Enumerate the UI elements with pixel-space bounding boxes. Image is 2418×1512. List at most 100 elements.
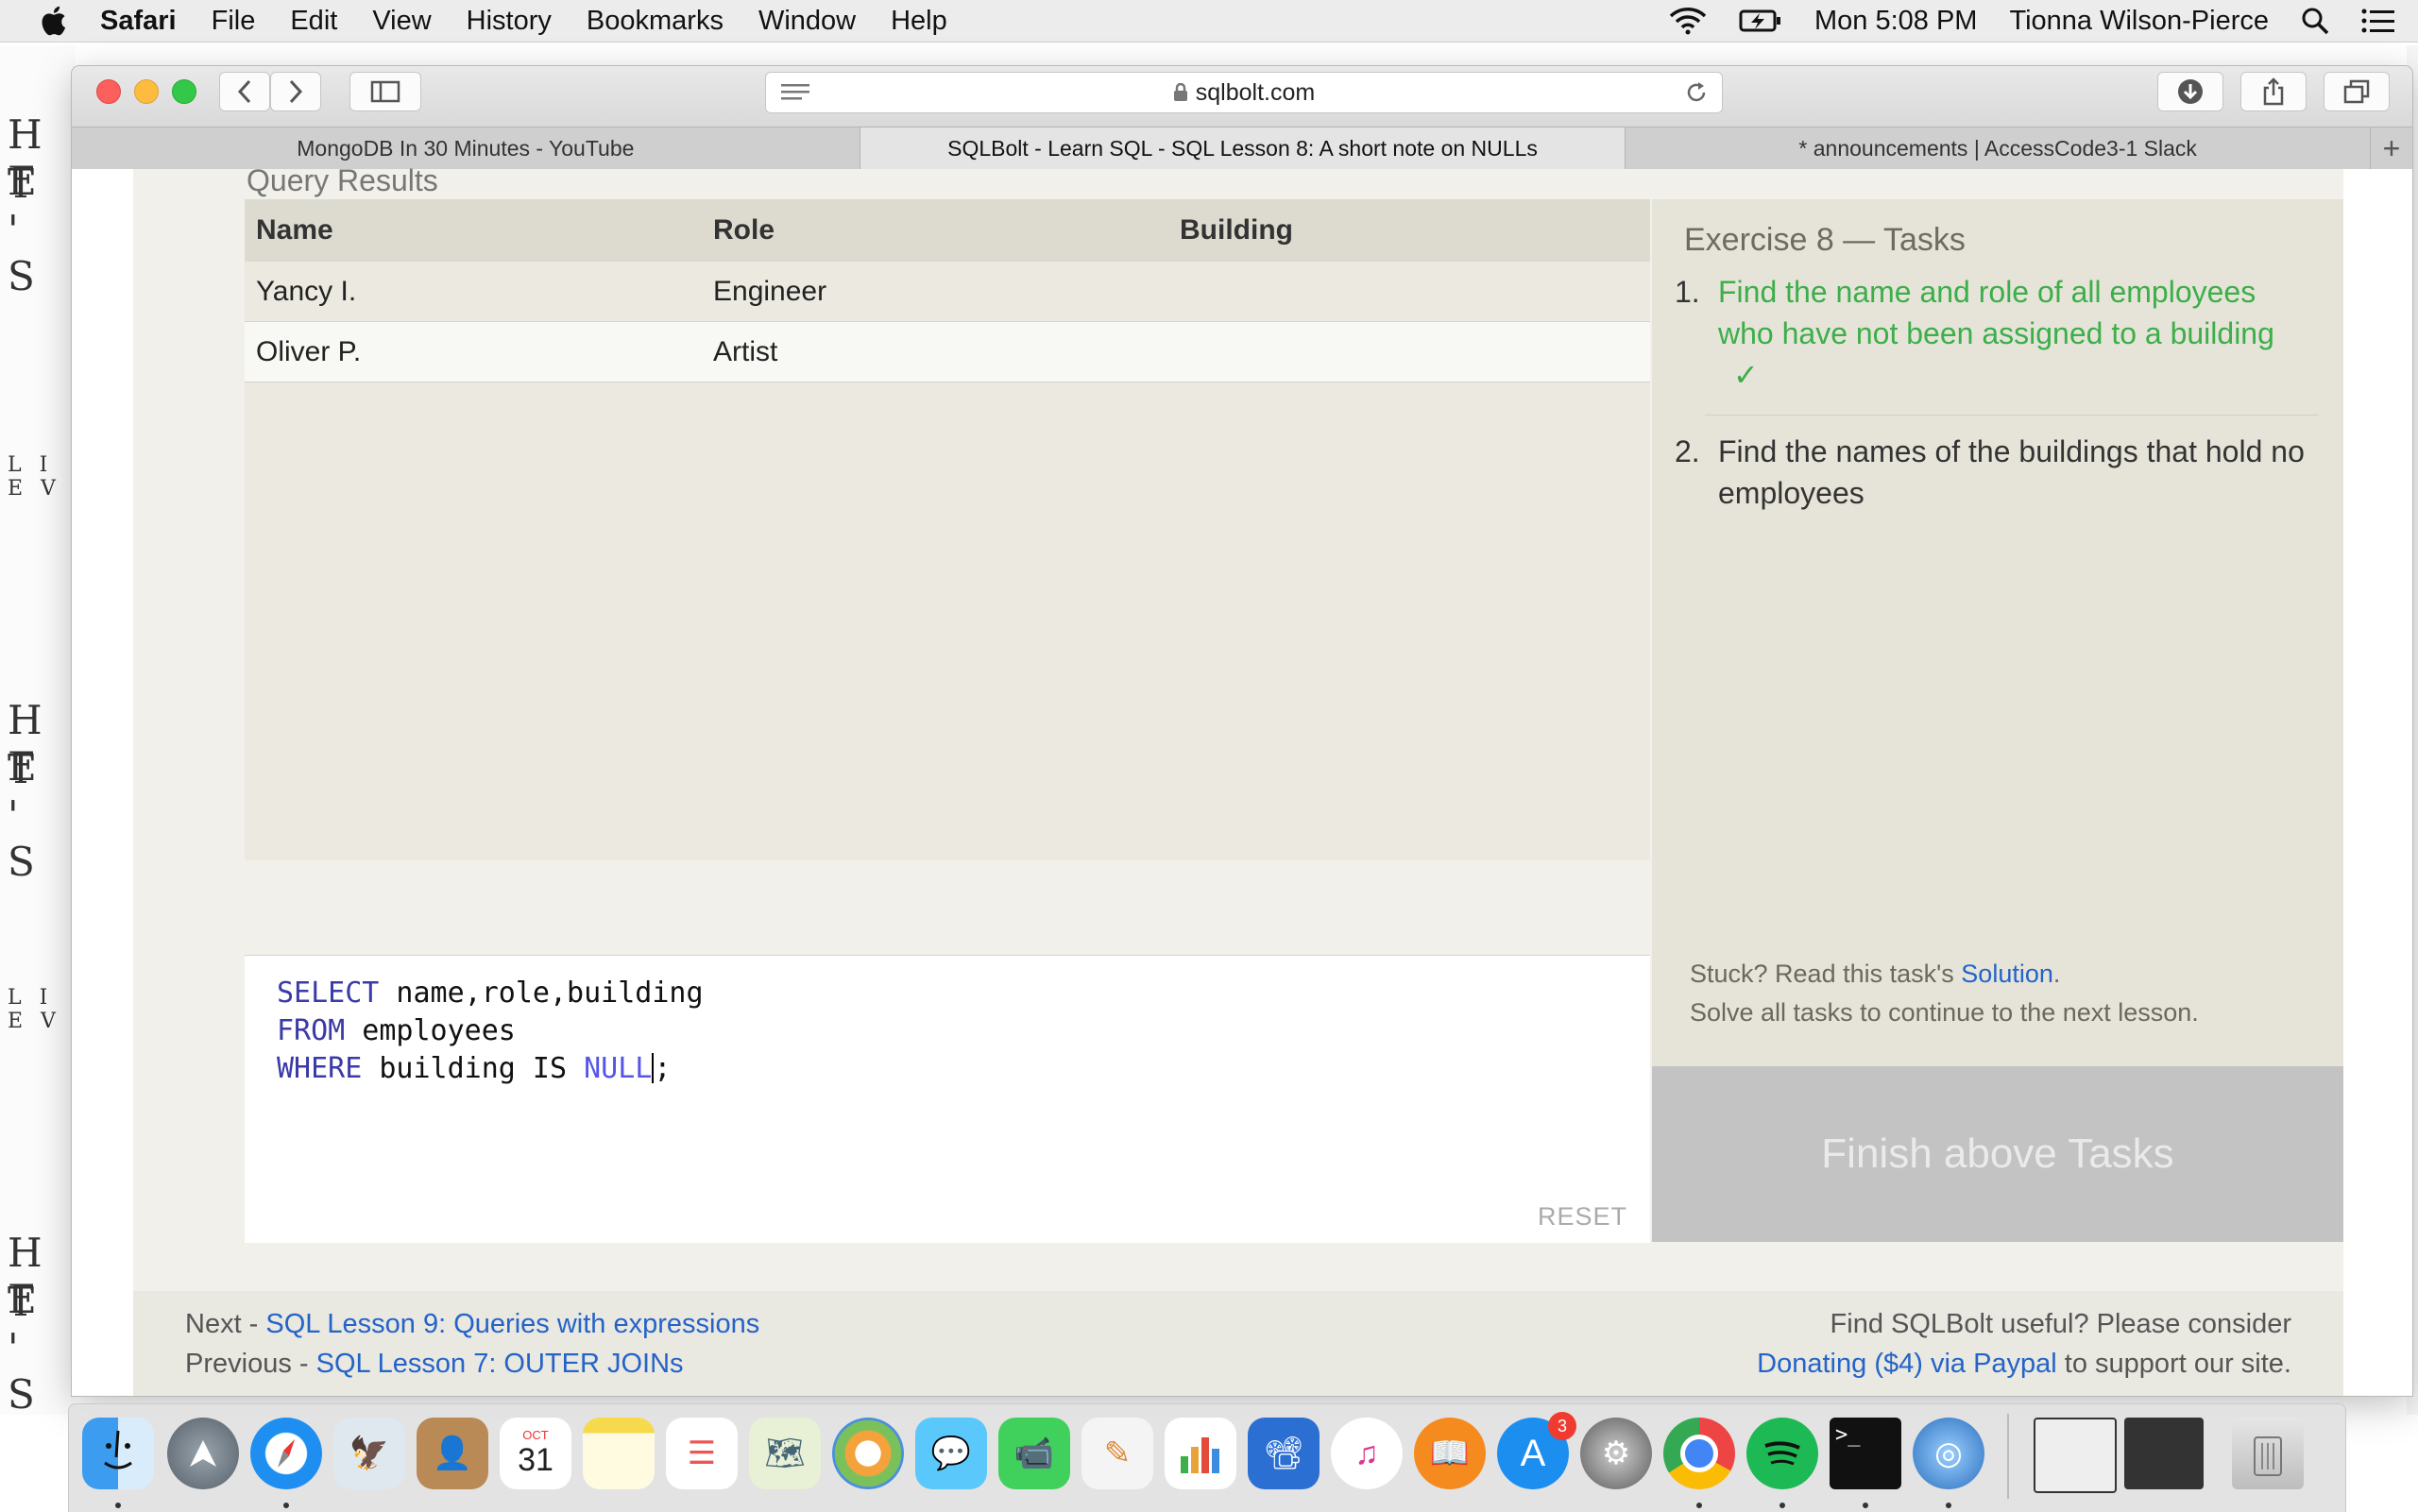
menubar-clock[interactable]: Mon 5:08 PM <box>1814 6 1977 37</box>
zoom-window-button[interactable] <box>172 79 196 104</box>
system-preferences-icon[interactable]: ⚙ <box>1580 1418 1652 1489</box>
downloads-button[interactable] <box>2157 72 2223 111</box>
donate-link[interactable]: Donating ($4) via Paypal <box>1757 1349 2057 1379</box>
launchpad-icon[interactable] <box>167 1418 239 1489</box>
rocket-icon <box>190 1440 216 1467</box>
reminders-icon[interactable]: ☰ <box>666 1418 738 1489</box>
sql-keyword: FROM <box>277 1014 346 1047</box>
wallpaper-text: T ' S <box>8 746 43 885</box>
cell-building <box>1168 262 1650 322</box>
sql-null-literal: NULL <box>584 1052 653 1085</box>
sidebar-toggle-button[interactable] <box>349 72 421 111</box>
donate-text: Find SQLBolt useful? Please consider <box>1830 1309 2291 1339</box>
calendar-day: 31 <box>518 1442 553 1478</box>
reload-icon[interactable] <box>1684 80 1709 105</box>
column-header-name: Name <box>245 199 702 262</box>
back-button[interactable] <box>219 72 270 111</box>
address-bar[interactable]: sqlbolt.com <box>765 72 1723 113</box>
close-window-button[interactable] <box>96 79 121 104</box>
menu-window[interactable]: Window <box>758 6 856 37</box>
sql-editor[interactable]: SELECT name,role,building FROM employees… <box>245 955 1650 1243</box>
wifi-icon[interactable] <box>1669 7 1707 35</box>
spotlight-search-icon[interactable] <box>2301 7 2329 35</box>
results-header-row: Name Role Building <box>245 199 1650 262</box>
ibooks-icon[interactable]: 📖 <box>1414 1418 1486 1489</box>
menu-file[interactable]: File <box>212 6 256 37</box>
photos-icon[interactable] <box>832 1418 904 1489</box>
finish-tasks-button[interactable]: Finish above Tasks <box>1652 1066 2343 1242</box>
cell-role: Engineer <box>702 262 1168 322</box>
exercise-title: Exercise 8 — Tasks <box>1684 222 1966 258</box>
browser-toolbar: sqlbolt.com <box>72 66 2412 127</box>
keynote-icon[interactable]: 📽 <box>1248 1418 1320 1489</box>
task-number: 1. <box>1675 275 1700 309</box>
query-results-panel: Name Role Building Yancy I. Engineer Oli… <box>245 199 1650 860</box>
solution-link[interactable]: Solution <box>1961 960 2053 988</box>
share-icon <box>2263 77 2284 106</box>
chevron-left-icon <box>237 79 251 104</box>
minimize-window-button[interactable] <box>134 79 159 104</box>
lesson-navigation: Next - SQL Lesson 9: Queries with expres… <box>185 1304 759 1384</box>
menu-history[interactable]: History <box>467 6 552 37</box>
tab-sqlbolt[interactable]: SQLBolt - Learn SQL - SQL Lesson 8: A sh… <box>860 127 1626 169</box>
sql-keyword: SELECT <box>277 977 380 1010</box>
next-lesson-link[interactable]: SQL Lesson 9: Queries with expressions <box>265 1309 759 1339</box>
task-divider <box>1705 415 2319 416</box>
maps-icon[interactable]: 🗺 <box>749 1418 821 1489</box>
dock-divider <box>2007 1414 2009 1499</box>
chrome-icon[interactable] <box>1663 1418 1735 1489</box>
pages-icon[interactable]: ✎ <box>1081 1418 1153 1489</box>
minimized-window-thumbnail[interactable] <box>2124 1418 2204 1489</box>
tab-slack[interactable]: * announcements | AccessCode3-1 Slack <box>1626 127 2372 169</box>
contacts-icon[interactable]: 👤 <box>417 1418 488 1489</box>
new-tab-button[interactable]: + <box>2371 127 2412 169</box>
task-text: Find the names of the buildings that hol… <box>1718 434 2305 510</box>
calendar-icon[interactable]: OCT 31 <box>500 1418 571 1489</box>
notification-center-icon[interactable] <box>2361 8 2395 34</box>
itunes-icon[interactable]: ♫ <box>1331 1418 1403 1489</box>
wallpaper-text: L I E V <box>8 453 61 501</box>
task-item-2: 2. Find the names of the buildings that … <box>1667 431 2319 514</box>
menu-help[interactable]: Help <box>891 6 947 37</box>
running-indicator <box>1779 1503 1785 1508</box>
tab-mongodb[interactable]: MongoDB In 30 Minutes - YouTube <box>72 127 860 169</box>
battery-icon[interactable] <box>1739 8 1782 33</box>
messages-icon[interactable]: 💬 <box>915 1418 987 1489</box>
menu-app-safari[interactable]: Safari <box>100 6 177 37</box>
menu-view[interactable]: View <box>372 6 431 37</box>
share-button[interactable] <box>2240 72 2307 111</box>
safari-app-icon[interactable] <box>250 1418 322 1489</box>
preview-icon[interactable]: 🦅 <box>333 1418 405 1489</box>
notes-icon[interactable] <box>583 1418 655 1489</box>
spotify-icon[interactable] <box>1746 1418 1818 1489</box>
cell-name: Yancy I. <box>245 262 702 322</box>
running-indicator <box>1946 1503 1951 1508</box>
donation-note: Find SQLBolt useful? Please consider Don… <box>1757 1304 2291 1384</box>
show-all-tabs-button[interactable] <box>2324 72 2390 111</box>
desktop-wallpaper: H E T ' S L I E V H E T ' S L I E V H E … <box>0 45 76 1415</box>
finder-icon[interactable] <box>82 1418 154 1489</box>
menu-edit[interactable]: Edit <box>290 6 337 37</box>
network-utility-icon[interactable]: ◎ <box>1913 1418 1984 1489</box>
task-number: 2. <box>1675 434 1700 468</box>
minimized-window-thumbnail[interactable] <box>2034 1418 2117 1493</box>
app-store-badge: 3 <box>1548 1412 1576 1440</box>
terminal-icon[interactable]: >_ <box>1830 1418 1901 1489</box>
reset-button[interactable]: RESET <box>1538 1202 1627 1232</box>
forward-button[interactable] <box>270 72 321 111</box>
previous-lesson-link[interactable]: SQL Lesson 7: OUTER JOINs <box>316 1349 684 1379</box>
sql-code[interactable]: SELECT name,role,building FROM employees… <box>277 975 704 1088</box>
menubar-user[interactable]: Tionna Wilson-Pierce <box>2009 6 2269 37</box>
facetime-icon[interactable]: 📹 <box>998 1418 1070 1489</box>
dock: 🦅 👤 OCT 31 ☰ 🗺 💬 📹 ✎ 📽 ♫ 📖 A 3 ⚙ >_ ◎ <box>68 1403 2346 1512</box>
lesson-footer: Next - SQL Lesson 9: Queries with expres… <box>133 1291 2343 1396</box>
table-row: Yancy I. Engineer <box>245 262 1650 322</box>
menu-bookmarks[interactable]: Bookmarks <box>587 6 724 37</box>
reader-view-icon[interactable] <box>781 82 809 103</box>
sql-keyword: WHERE <box>277 1052 363 1085</box>
task-list: 1. Find the name and role of all employe… <box>1667 271 2319 533</box>
trash-icon[interactable] <box>2232 1418 2304 1489</box>
apple-menu-icon[interactable] <box>38 5 68 37</box>
numbers-icon[interactable] <box>1165 1418 1236 1489</box>
cell-name: Oliver P. <box>245 321 702 382</box>
